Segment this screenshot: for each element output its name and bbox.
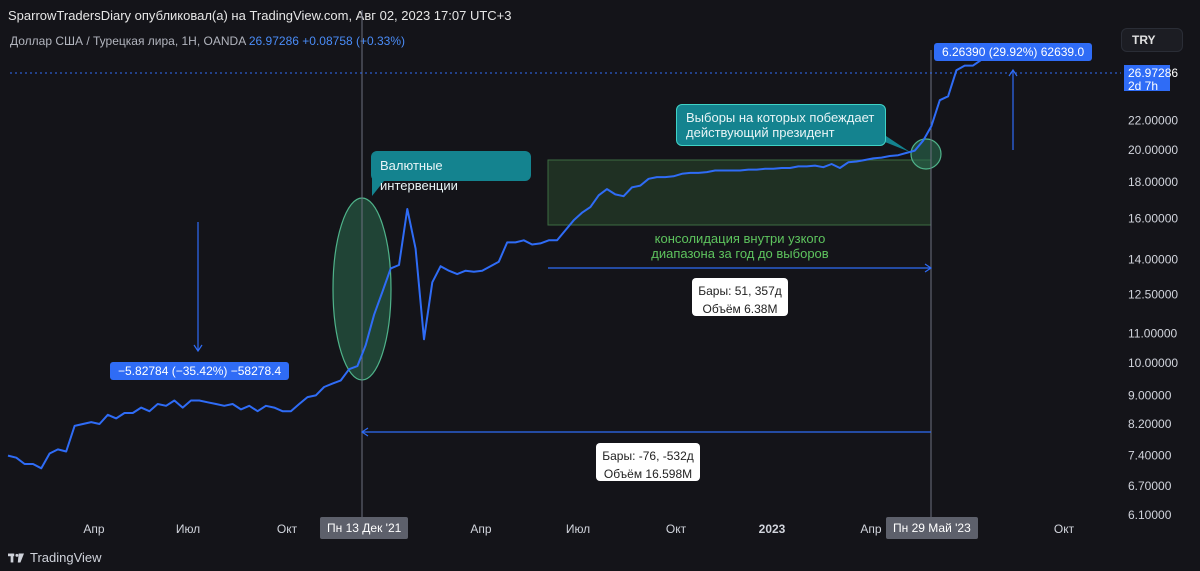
y-tick-label: 16.00000 <box>1128 211 1178 225</box>
y-tick-label: 7.40000 <box>1128 449 1172 463</box>
x-tick-label: Окт <box>1054 522 1075 536</box>
x-tick-label: Окт <box>277 522 298 536</box>
interventions-callout: Валютные интервенции <box>371 151 531 193</box>
consolidation-text-2: диапазона за год до выборов <box>651 246 829 261</box>
x-tick-label: Апр <box>470 522 492 536</box>
date-label-right: Пн 29 Май '23 <box>886 517 978 539</box>
interventions-text: Валютные интервенции <box>380 158 458 193</box>
x-tick-label: Апр <box>860 522 882 536</box>
x-tick-label: Июл <box>176 522 200 536</box>
x-tick-label: Окт <box>666 522 687 536</box>
range-info-bottom-bars: Бары: -76, -532д <box>602 449 694 463</box>
last-price-tag: 26.97286 2d 7h <box>1124 65 1178 93</box>
range-info-top: Бары: 51, 357д Объём 6.38M <box>692 278 788 316</box>
elections-text-1: Выборы на которых побеждает <box>686 110 875 125</box>
y-tick-label: 20.00000 <box>1128 143 1178 157</box>
date-label-left: Пн 13 Дек '21 <box>320 517 409 539</box>
y-tick-label: 6.10000 <box>1128 508 1172 522</box>
y-tick-label: 14.00000 <box>1128 253 1178 267</box>
footer-brand-text: TradingView <box>30 550 102 565</box>
elections-text-2: действующий президент <box>686 125 835 140</box>
range-info-top-bars: Бары: 51, 357д <box>698 284 782 298</box>
y-tick-label: 6.70000 <box>1128 479 1172 493</box>
range-arrow-bottom <box>360 427 931 437</box>
elections-callout: Выборы на которых побеждает действующий … <box>676 104 886 146</box>
price-chart[interactable]: 6.10000 6.70000 7.40000 8.20000 9.00000 10.00… <box>0 0 1200 571</box>
consolidation-note: консолидация внутри узкого диапазона за … <box>600 231 880 261</box>
down-arrow <box>193 222 203 353</box>
x-tick-label: Июл <box>566 522 590 536</box>
range-info-top-volume: Объём 6.38M <box>702 302 778 316</box>
y-tick-label: 18.00000 <box>1128 175 1178 189</box>
range-info-bottom-volume: Объём 16.598M <box>603 467 693 481</box>
y-tick-label: 22.00000 <box>1128 114 1178 128</box>
tradingview-logo-icon <box>8 553 24 562</box>
y-tick-label: 8.20000 <box>1128 417 1172 431</box>
x-tick-label: 2023 <box>759 522 786 536</box>
consolidation-text-1: консолидация внутри узкого <box>654 231 826 246</box>
range-arrow-top <box>548 263 933 273</box>
up-arrow <box>1008 68 1018 150</box>
measure-pill-left: −5.82784 (−35.42%) −58278.4 <box>110 362 290 380</box>
measure-pill-right: 6.26390 (29.92%) 62639.0 <box>934 43 1093 61</box>
y-tick-label: 9.00000 <box>1128 388 1172 402</box>
footer-brand: TradingView <box>8 550 102 565</box>
y-tick-label: 10.00000 <box>1128 356 1178 370</box>
x-tick-label: Апр <box>83 522 105 536</box>
last-price-countdown: 2d 7h <box>1128 79 1159 93</box>
y-tick-label: 11.00000 <box>1128 327 1177 341</box>
range-info-bottom: Бары: -76, -532д Объём 16.598M <box>596 443 700 481</box>
election-circle <box>910 138 942 170</box>
y-tick-label: 12.50000 <box>1128 287 1178 301</box>
